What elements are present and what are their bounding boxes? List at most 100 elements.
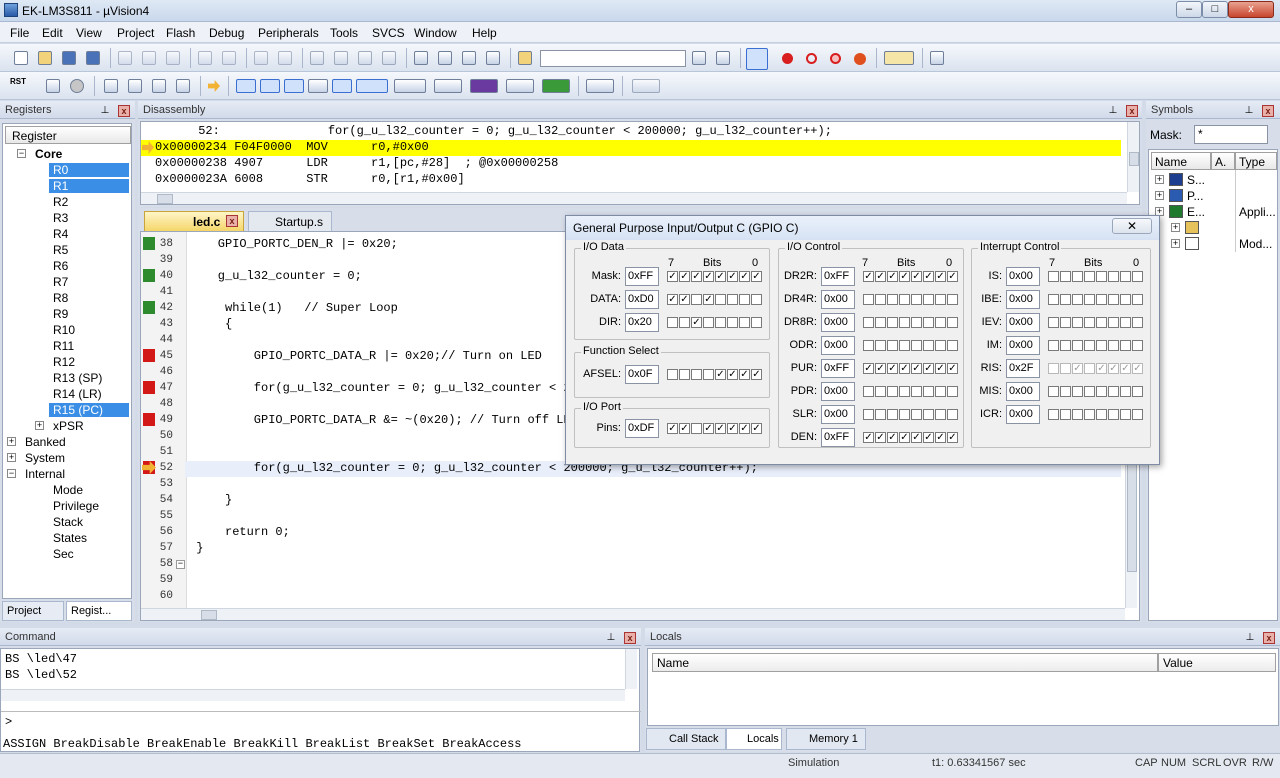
bit-2-checkbox[interactable] xyxy=(1108,386,1119,397)
bit-2-checkbox[interactable] xyxy=(727,294,738,305)
debug-restore-views-icon[interactable] xyxy=(632,79,660,93)
bit-6-checkbox[interactable]: ✓ xyxy=(875,363,886,374)
bit-4-checkbox[interactable] xyxy=(1084,317,1095,328)
fold-icon[interactable]: − xyxy=(176,560,185,569)
disasm-current-line[interactable]: 0x00000234 F04F0000 MOV r0,#0x00 xyxy=(141,140,1121,156)
mask-input[interactable]: * xyxy=(1194,125,1268,144)
step-over-icon[interactable] xyxy=(128,79,142,93)
bit-1-checkbox[interactable] xyxy=(739,317,750,328)
bit-5-checkbox[interactable] xyxy=(1072,340,1083,351)
register-r12[interactable]: R12 xyxy=(3,354,129,370)
tab-registers[interactable]: Regist... xyxy=(66,601,132,621)
bit-3-checkbox[interactable] xyxy=(911,340,922,351)
register-column-header[interactable]: Register xyxy=(5,126,131,144)
bit-3-checkbox[interactable] xyxy=(1096,317,1107,328)
mis-value-field[interactable]: 0x00 xyxy=(1006,382,1040,401)
analysis-windows-icon[interactable] xyxy=(470,79,498,93)
bit-6-checkbox[interactable] xyxy=(875,340,886,351)
bit-5-checkbox[interactable] xyxy=(1072,271,1083,282)
bit-7-checkbox[interactable] xyxy=(863,294,874,305)
bit-3-checkbox[interactable] xyxy=(1096,386,1107,397)
disasm-source-line[interactable]: 52: for(g_u_l32_counter = 0; g_u_l32_cou… xyxy=(141,124,1121,140)
bit-2-checkbox[interactable]: ✓ xyxy=(727,271,738,282)
uncomment-icon[interactable] xyxy=(486,51,500,65)
bit-0-checkbox[interactable] xyxy=(1132,317,1143,328)
bit-0-checkbox[interactable] xyxy=(1132,340,1143,351)
bit-2-checkbox[interactable] xyxy=(1108,317,1119,328)
tree-banked[interactable]: + Banked xyxy=(3,434,129,450)
bit-2-checkbox[interactable] xyxy=(923,294,934,305)
icr-value-field[interactable]: 0x00 xyxy=(1006,405,1040,424)
watch-windows-icon[interactable] xyxy=(356,79,388,93)
bit-2-checkbox[interactable]: ✓ xyxy=(727,423,738,434)
nav-forward-icon[interactable] xyxy=(278,51,292,65)
command-window-icon[interactable] xyxy=(236,79,256,93)
paste-icon[interactable] xyxy=(166,51,180,65)
register-r7[interactable]: R7 xyxy=(3,274,129,290)
expander-icon[interactable]: + xyxy=(1155,175,1164,184)
tab-locals[interactable]: Locals xyxy=(726,728,782,750)
close-pane-icon[interactable]: x xyxy=(1262,105,1274,117)
find-icon[interactable] xyxy=(692,51,706,65)
bit-1-checkbox[interactable] xyxy=(1120,317,1131,328)
bit-2-checkbox[interactable]: ✓ xyxy=(923,432,934,443)
copy-icon[interactable] xyxy=(142,51,156,65)
code-line[interactable]: 54 } xyxy=(141,492,1121,508)
bit-5-checkbox[interactable] xyxy=(887,340,898,351)
bit-6-checkbox[interactable] xyxy=(679,317,690,328)
memory-windows-icon[interactable] xyxy=(394,79,426,93)
internal-states[interactable]: States xyxy=(3,530,129,546)
tab-call-stack[interactable]: Call Stack xyxy=(646,728,726,750)
symbol-row[interactable]: + xyxy=(1149,220,1277,236)
bit-7-checkbox[interactable] xyxy=(863,340,874,351)
expander-icon[interactable]: − xyxy=(17,149,26,158)
reset-cpu-button[interactable]: RST xyxy=(10,78,26,86)
bit-3-checkbox[interactable]: ✓ xyxy=(715,271,726,282)
bit-7-checkbox[interactable]: ✓ xyxy=(667,271,678,282)
tree-system[interactable]: + System xyxy=(3,450,129,466)
breakpoint-icon[interactable] xyxy=(143,349,155,362)
bit-6-checkbox[interactable] xyxy=(875,409,886,420)
register-r5[interactable]: R5 xyxy=(3,242,129,258)
code-line[interactable]: 60 xyxy=(141,588,1121,604)
bit-5-checkbox[interactable] xyxy=(887,409,898,420)
pins-value-field[interactable]: 0xDF xyxy=(625,419,659,438)
bit-4-checkbox[interactable] xyxy=(1084,409,1095,420)
bit-1-checkbox[interactable]: ✓ xyxy=(739,271,750,282)
bit-4-checkbox[interactable]: ✓ xyxy=(899,363,910,374)
expander-icon[interactable]: + xyxy=(7,453,16,462)
bit-6-checkbox[interactable]: ✓ xyxy=(679,294,690,305)
maximize-button[interactable]: □ xyxy=(1202,1,1228,18)
pin-icon[interactable]: ⊥ xyxy=(606,633,616,643)
code-line[interactable]: 53 xyxy=(141,476,1121,492)
bit-3-checkbox[interactable]: ✓ xyxy=(715,423,726,434)
new-file-icon[interactable] xyxy=(14,51,28,65)
bit-7-checkbox[interactable] xyxy=(1048,271,1059,282)
expander-icon[interactable]: + xyxy=(1171,239,1180,248)
trace-windows-icon[interactable] xyxy=(506,79,534,93)
save-all-icon[interactable] xyxy=(86,51,100,65)
bit-7-checkbox[interactable] xyxy=(1048,340,1059,351)
disable-breakpoint-icon[interactable] xyxy=(830,53,841,64)
bit-0-checkbox[interactable]: ✓ xyxy=(947,363,958,374)
open-file-icon[interactable] xyxy=(38,51,52,65)
close-pane-icon[interactable]: x xyxy=(1126,105,1138,117)
expander-icon[interactable]: + xyxy=(1171,223,1180,232)
bit-3-checkbox[interactable] xyxy=(911,409,922,420)
afsel-value-field[interactable]: 0x0F xyxy=(625,365,659,384)
bit-2-checkbox[interactable] xyxy=(923,317,934,328)
menu-help[interactable]: Help xyxy=(472,26,497,40)
bit-3-checkbox[interactable]: ✓ xyxy=(715,369,726,380)
bit-3-checkbox[interactable] xyxy=(1096,271,1107,282)
bit-5-checkbox[interactable]: ✓ xyxy=(887,271,898,282)
bit-6-checkbox[interactable] xyxy=(875,317,886,328)
bit-4-checkbox[interactable]: ✓ xyxy=(703,423,714,434)
bit-0-checkbox[interactable]: ✓ xyxy=(947,432,958,443)
bit-0-checkbox[interactable] xyxy=(1132,409,1143,420)
register-r3[interactable]: R3 xyxy=(3,210,129,226)
bit-1-checkbox[interactable]: ✓ xyxy=(935,363,946,374)
show-next-statement-icon[interactable] xyxy=(208,80,220,92)
bit-7-checkbox[interactable]: ✓ xyxy=(863,432,874,443)
bit-4-checkbox[interactable] xyxy=(1084,340,1095,351)
gpio-close-button[interactable]: ✕ xyxy=(1112,218,1152,234)
